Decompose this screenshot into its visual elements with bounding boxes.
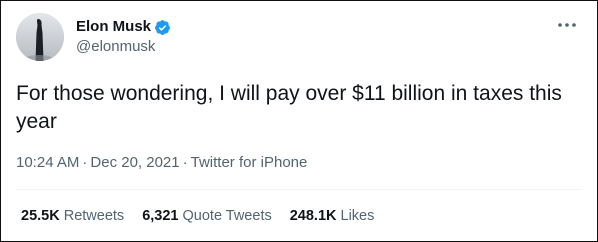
author-handle[interactable]: @elonmusk — [76, 37, 171, 57]
quote-tweets-label: Quote Tweets — [182, 208, 272, 224]
retweets-count: 25.5K — [21, 208, 60, 224]
avatar-image — [16, 13, 64, 61]
tweet-source[interactable]: Twitter for iPhone — [191, 154, 308, 171]
tweet-card: Elon Musk @elonmusk For those wondering,… — [0, 0, 598, 242]
quote-tweets-stat[interactable]: 6,321 Quote Tweets — [142, 206, 272, 226]
stats-divider — [16, 189, 582, 190]
more-options-button[interactable] — [555, 15, 579, 35]
avatar[interactable] — [16, 13, 64, 61]
tweet-text: For those wondering, I will pay over $11… — [16, 82, 562, 133]
tweet-header: Elon Musk @elonmusk — [16, 13, 585, 65]
tweet-metadata: 10:24 AM · Dec 20, 2021 · Twitter for iPhone — [16, 153, 307, 173]
tweet-time[interactable]: 10:24 AM — [16, 154, 79, 171]
tweet-date[interactable]: Dec 20, 2021 — [90, 154, 179, 171]
meta-separator: · — [182, 154, 188, 171]
author-display-name[interactable]: Elon Musk — [76, 17, 151, 37]
verified-badge-icon — [154, 19, 171, 36]
author-block: Elon Musk @elonmusk — [76, 17, 171, 57]
name-row: Elon Musk — [76, 17, 171, 37]
meta-separator: · — [82, 154, 88, 171]
likes-label: Likes — [340, 208, 375, 224]
likes-count: 248.1K — [289, 208, 337, 224]
retweets-stat[interactable]: 25.5K Retweets — [21, 206, 124, 226]
tweet-stats: 25.5K Retweets 6,321 Quote Tweets 248.1K… — [21, 206, 392, 226]
more-horizontal-icon — [558, 23, 576, 27]
quote-tweets-count: 6,321 — [142, 208, 179, 224]
likes-stat[interactable]: 248.1K Likes — [290, 206, 375, 226]
retweets-label: Retweets — [63, 208, 125, 224]
